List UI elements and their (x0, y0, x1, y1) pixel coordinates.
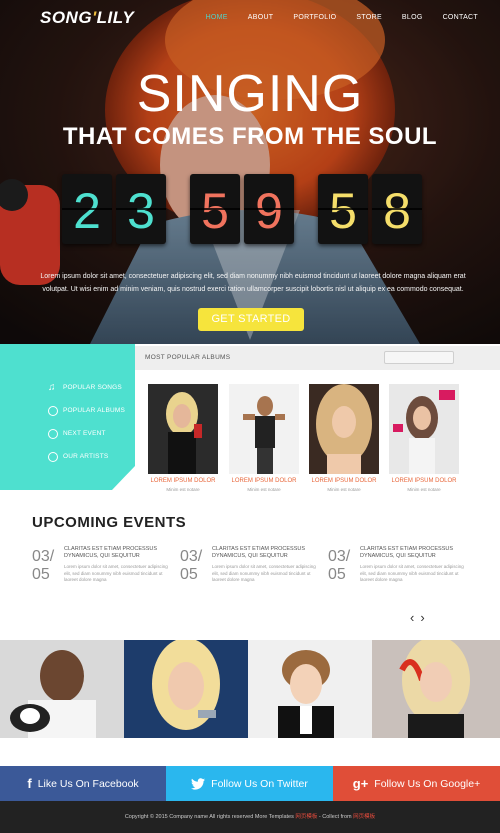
sidebar-corner (112, 466, 135, 490)
hero-title: SINGING (136, 65, 364, 123)
album-name: LOREM IPSUM DOLOR (150, 478, 216, 484)
countdown-digit: 9 (244, 174, 294, 244)
chevron-right-icon[interactable]: › (420, 610, 424, 625)
event-day: 03/ (32, 548, 55, 565)
music-note-icon: ♫ (48, 381, 56, 393)
top-navigation-bar: SONG'LILY HOME ABOUT PORTFOLIO STORE BLO… (0, 0, 500, 40)
album-name: LOREM IPSUM DOLOR (391, 478, 457, 484)
gallery-photo[interactable] (0, 640, 124, 738)
countdown-timer: 2 3 5 9 5 8 (58, 174, 428, 246)
events-title: UPCOMING EVENTS (32, 514, 187, 531)
sidebar-menu: ♫ POPULAR SONGS POPULAR ALBUMS NEXT EVEN… (48, 376, 125, 468)
sidebar-item-popular-songs[interactable]: ♫ POPULAR SONGS (48, 376, 125, 399)
nav-store[interactable]: STORE (346, 14, 392, 21)
nav-home[interactable]: HOME (196, 14, 238, 21)
events-pager: ‹ › (410, 610, 425, 625)
nav-contact[interactable]: CONTACT (433, 14, 488, 21)
chevron-left-icon[interactable]: ‹ (410, 610, 414, 625)
nav-blog[interactable]: BLOG (392, 14, 433, 21)
event-text: Lorem ipsum dolor sit amet, consectetuer… (360, 564, 464, 582)
album-subtitle: Minim est notare (407, 487, 441, 492)
event-month: 05 (180, 566, 198, 583)
event-title: CLARITAS EST ETIAM PROCESSUS DYNAMICUS, … (64, 546, 158, 559)
album-card[interactable]: LOREM IPSUM DOLOR Minim est notare (389, 384, 459, 492)
sidebar-item-popular-albums[interactable]: POPULAR ALBUMS (48, 399, 125, 422)
get-started-button[interactable]: GET STARTED (198, 308, 304, 331)
site-logo[interactable]: SONG'LILY (40, 8, 134, 28)
gallery-photo[interactable] (248, 640, 372, 738)
sidebar-item-label: POPULAR ALBUMS (63, 407, 126, 414)
google-plus-button[interactable]: g+ Follow Us On Google+ (333, 766, 500, 801)
twitter-button[interactable]: Follow Us On Twitter (166, 766, 333, 801)
event-month: 05 (328, 566, 346, 583)
twitter-bird-icon (191, 777, 206, 790)
event-day: 03/ (328, 548, 351, 565)
hero-section: SONG'LILY HOME ABOUT PORTFOLIO STORE BLO… (0, 0, 500, 344)
countdown-digit: 5 (190, 174, 240, 244)
event-day: 03/ (180, 548, 203, 565)
calendar-icon (48, 428, 58, 439)
countdown-digit: 8 (372, 174, 422, 244)
twitter-label: Follow Us On Twitter (211, 777, 308, 790)
facebook-icon: f (27, 776, 32, 791)
footer: Copyright © 2015 Company name All rights… (0, 801, 500, 833)
sidebar-item-our-artists[interactable]: OUR ARTISTS (48, 445, 125, 468)
album-photo (229, 384, 299, 474)
countdown-digit: 2 (62, 174, 112, 244)
gallery-photo[interactable] (124, 640, 248, 738)
sidebar-item-label: OUR ARTISTS (63, 453, 109, 460)
album-card[interactable]: LOREM IPSUM DOLOR Minim est notare (309, 384, 379, 492)
hero-subtitle: THAT COMES FROM THE SOUL (62, 123, 438, 150)
album-card[interactable]: LOREM IPSUM DOLOR Minim est notare (148, 384, 218, 492)
event-title: CLARITAS EST ETIAM PROCESSUS DYNAMICUS, … (360, 546, 454, 559)
album-subtitle: Minim est notare (247, 487, 281, 492)
event-date: 03/05 (180, 548, 202, 584)
hero-description: Lorem ipsum dolor sit amet, consectetuer… (40, 273, 466, 293)
sidebar-item-next-event[interactable]: NEXT EVENT (48, 422, 125, 445)
countdown-digit: 3 (116, 174, 166, 244)
event-date: 03/05 (32, 548, 54, 584)
album-subtitle: Minim est notare (327, 487, 361, 492)
facebook-button[interactable]: f Like Us On Facebook (0, 766, 166, 801)
album-photo (148, 384, 218, 474)
artist-gallery (0, 640, 500, 738)
footer-separator: - Collect from (317, 814, 354, 820)
footer-link[interactable]: 网页模板 (353, 814, 375, 820)
countdown-digit: 5 (318, 174, 368, 244)
gallery-photo[interactable] (372, 640, 500, 738)
albums-search-input[interactable] (384, 351, 454, 364)
event-text: Lorem ipsum dolor sit amet, consectetuer… (64, 564, 168, 582)
mic-icon (48, 451, 58, 462)
album-subtitle: Minim est notare (166, 487, 200, 492)
facebook-label: Like Us On Facebook (37, 777, 139, 790)
nav-portfolio[interactable]: PORTFOLIO (283, 14, 346, 21)
album-photo (309, 384, 379, 474)
google-plus-icon: g+ (352, 776, 369, 791)
footer-link[interactable]: 网页模板 (295, 814, 317, 820)
google-plus-label: Follow Us On Google+ (374, 777, 481, 790)
main-nav: HOME ABOUT PORTFOLIO STORE BLOG CONTACT (196, 14, 488, 21)
event-month: 05 (32, 566, 50, 583)
sidebar-item-label: NEXT EVENT (63, 430, 106, 437)
albums-title: MOST POPULAR ALBUMS (145, 354, 231, 361)
disc-icon (48, 405, 58, 416)
sidebar-item-label: POPULAR SONGS (63, 384, 122, 391)
event-text: Lorem ipsum dolor sit amet, consectetuer… (212, 564, 316, 582)
nav-about[interactable]: ABOUT (238, 14, 284, 21)
album-name: LOREM IPSUM DOLOR (311, 478, 377, 484)
event-title: CLARITAS EST ETIAM PROCESSUS DYNAMICUS, … (212, 546, 306, 559)
album-photo (389, 384, 459, 474)
album-name: LOREM IPSUM DOLOR (231, 478, 297, 484)
event-date: 03/05 (328, 548, 350, 584)
copyright-text: Copyright © 2015 Company name All rights… (124, 814, 294, 820)
album-card[interactable]: LOREM IPSUM DOLOR Minim est notare (229, 384, 299, 492)
